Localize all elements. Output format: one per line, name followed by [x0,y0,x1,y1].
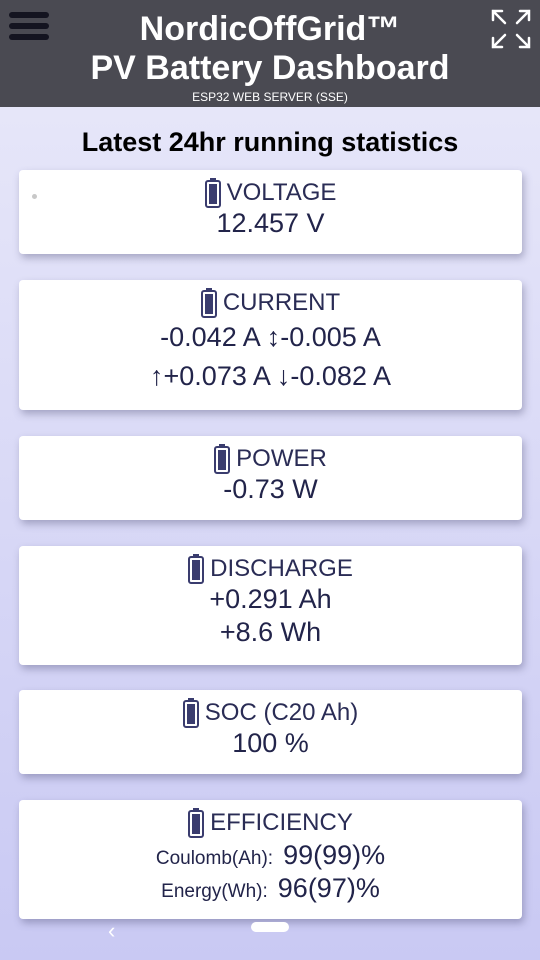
battery-icon [188,554,205,584]
battery-icon [214,444,231,474]
coulomb-value: 99(99)% [283,840,386,870]
soc-title: SOC (C20 Ah) [204,699,359,726]
brand-name: NordicOffGrid™ [139,10,401,48]
voltage-title: VOLTAGE [226,179,337,206]
back-chevron-icon[interactable]: ‹ [108,918,115,944]
home-pill-icon[interactable] [251,922,289,932]
discharge-title: DISCHARGE [210,555,353,582]
stats-heading: Latest 24hr running statistics [81,127,459,157]
page-title: PV Battery Dashboard [90,49,450,87]
discharge-ah-value: +0.291 Ah [209,584,332,614]
soc-card: SOC (C20 Ah) 100 % [19,690,522,774]
battery-icon [188,808,205,838]
top-bar: NordicOffGrid™ PV Battery Dashboard ESP3… [0,0,540,107]
status-dot [32,194,37,199]
power-value: -0.73 W [223,474,318,504]
server-subtitle: ESP32 WEB SERVER (SSE) [192,90,348,104]
current-title: CURRENT [222,289,341,316]
energy-value: 96(97)% [277,873,380,903]
fullscreen-expand-icon[interactable] [490,8,532,50]
power-title: POWER [236,445,327,472]
efficiency-title: EFFICIENCY [210,809,353,836]
voltage-value: 12.457 V [216,208,325,238]
voltage-card: VOLTAGE 12.457 V [19,170,522,254]
current-max-value: ↑+0.073 A [150,361,270,391]
current-min-value: ↓-0.082 A [276,361,391,391]
current-now-value: -0.042 A [160,322,260,352]
power-card: POWER -0.73 W [19,436,522,520]
battery-icon [204,178,221,208]
discharge-wh-value: +8.6 Wh [219,617,322,647]
energy-label: Energy(Wh): [161,881,268,902]
system-nav-bar: ‹ [0,910,540,960]
discharge-card: DISCHARGE +0.291 Ah +8.6 Wh [19,546,522,665]
current-avg-value: ↕-0.005 A [266,322,381,352]
current-card: CURRENT -0.042 A ↕-0.005 A ↑+0.073 A ↓-0… [19,280,522,410]
efficiency-card: EFFICIENCY Coulomb(Ah): 99(99)% Energy(W… [19,800,522,919]
soc-value: 100 % [232,728,309,758]
battery-icon [182,698,199,728]
coulomb-label: Coulomb(Ah): [155,848,274,869]
battery-icon [200,288,217,318]
